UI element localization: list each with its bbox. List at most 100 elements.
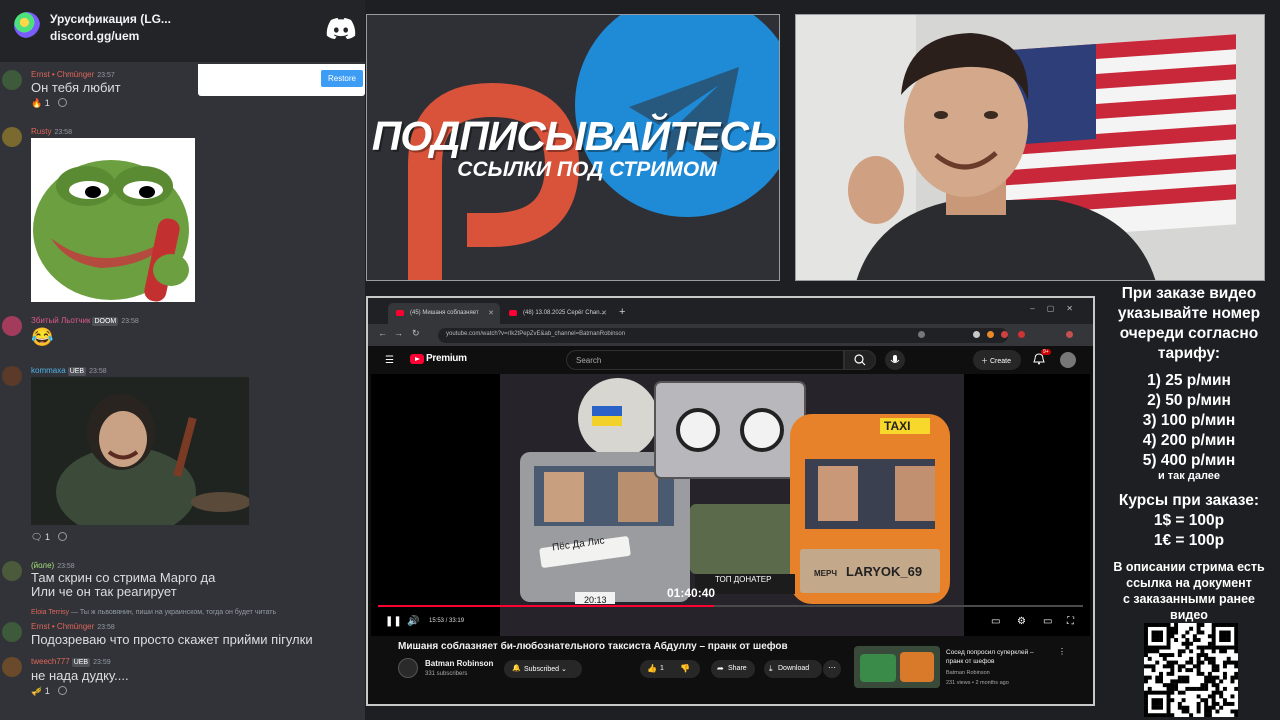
- channel-avatar[interactable]: [398, 658, 418, 678]
- volume-icon[interactable]: 🔊: [407, 616, 419, 627]
- share-button[interactable]: ➦ Share: [711, 660, 755, 678]
- rate-item: 1$ = 100р: [1153, 512, 1225, 529]
- subscribed-button[interactable]: 🔔 Subscribed ⌄: [504, 660, 582, 678]
- voice-search-button[interactable]: [885, 350, 905, 370]
- more-actions-button[interactable]: ⋯: [823, 660, 841, 678]
- youtube-logo-icon[interactable]: [410, 354, 424, 364]
- message-timestamp: 23:59: [93, 659, 111, 666]
- recommended-video-title[interactable]: Сосед попросил суперклей – пранк от шефо…: [946, 648, 1051, 666]
- theater-mode-icon[interactable]: ▭: [1043, 616, 1052, 627]
- reaction-gif-image[interactable]: [31, 377, 251, 537]
- info-heading-line: очереди согласно: [1119, 325, 1259, 342]
- youtube-header: ☰ Premium Search ＋ Create 9+: [368, 346, 1093, 374]
- browser-window: (45) Мишаня соблазняет ✕ (48) 13.08.2025 …: [366, 296, 1095, 706]
- download-button[interactable]: ⤓ Download: [764, 660, 822, 678]
- video-title: Мишаня соблазняет би-любознательного так…: [398, 641, 788, 652]
- thumb-big-time: 01:40:40: [667, 586, 716, 600]
- recommended-video-meta: 231 views • 2 months ago: [946, 680, 1009, 686]
- extension-icon[interactable]: [973, 331, 980, 338]
- notification-count-badge: 9+: [1041, 349, 1051, 355]
- server-invite-link[interactable]: discord.gg/uem: [50, 29, 139, 43]
- channel-name[interactable]: Batman Robinson: [425, 659, 493, 668]
- server-name[interactable]: Урусификация (LG...: [50, 12, 171, 26]
- message-author[interactable]: Збитый Льотчик DOOM 23:58: [31, 316, 139, 326]
- reload-icon[interactable]: ↻: [412, 328, 420, 339]
- discord-logo-icon: [326, 18, 356, 39]
- tab-close-icon[interactable]: ✕: [601, 309, 607, 317]
- profile-icon[interactable]: [1066, 331, 1073, 338]
- reply-preview[interactable]: Eloia Terrisy — Ты ж львовянин, пиши на …: [31, 609, 276, 616]
- user-avatar[interactable]: [2, 622, 22, 642]
- like-dislike-button[interactable]: 👍 1 👎: [640, 660, 700, 678]
- search-input[interactable]: Search: [566, 350, 844, 370]
- thumb-merch-text: МЕРЧ: [814, 569, 837, 578]
- thumb-clock-text: 20:13: [584, 595, 607, 605]
- info-note-line: В описании стрима есть: [1113, 560, 1265, 574]
- rates-heading: Курсы при заказе:: [1118, 492, 1260, 509]
- video-player[interactable]: Пёс Да Лис 20:13 01:40:40 TAXI МЕРЧ LARY…: [371, 374, 1090, 636]
- account-avatar[interactable]: [1060, 352, 1076, 368]
- banner-subtitle: ССЫЛКИ ПОД СТРИМОМ: [457, 158, 717, 181]
- fullscreen-icon[interactable]: ⛶: [1067, 616, 1074, 627]
- info-note-line: видео: [1170, 608, 1208, 622]
- youtube-premium-logo[interactable]: Premium: [426, 353, 467, 364]
- video-progress-bar[interactable]: [378, 605, 1083, 607]
- channel-subscriber-count: 331 subscribers: [425, 671, 468, 677]
- forward-icon[interactable]: →: [394, 328, 403, 338]
- zoom-icon[interactable]: [918, 331, 925, 338]
- new-tab-button[interactable]: +: [619, 306, 625, 318]
- restore-button[interactable]: Restore: [321, 70, 363, 87]
- back-icon[interactable]: ←: [378, 328, 387, 338]
- qr-code[interactable]: [1144, 623, 1239, 718]
- share-icon: ➦: [717, 664, 724, 673]
- user-avatar[interactable]: [2, 70, 22, 90]
- search-button[interactable]: [844, 350, 876, 370]
- recommended-video-thumbnail[interactable]: [854, 646, 940, 688]
- reaction-bar[interactable]: 🗨 1: [31, 532, 67, 543]
- message-timestamp: 23:58: [57, 563, 75, 570]
- tariff-item: 1) 25 р/мин: [1147, 372, 1231, 389]
- message-author[interactable]: Rusty 23:58: [31, 127, 72, 136]
- info-note-line: с заказанными ранее: [1122, 592, 1255, 606]
- create-button[interactable]: ＋ Create: [973, 350, 1021, 370]
- reaction-bar[interactable]: 🔥 1: [31, 98, 67, 109]
- order-info-panel: При заказе видео указывайте номер очеред…: [1098, 283, 1280, 720]
- server-avatar[interactable]: [14, 12, 40, 38]
- extension-icon[interactable]: [1001, 331, 1008, 338]
- message-author[interactable]: Ernst • Chmünger 23:57: [31, 70, 115, 79]
- user-avatar[interactable]: [2, 366, 22, 386]
- microphone-icon: [890, 355, 900, 363]
- reaction-bar[interactable]: 🎺 1: [31, 686, 67, 697]
- extension-icon[interactable]: [987, 331, 994, 338]
- recommended-video-channel[interactable]: Batman Robinson: [946, 670, 990, 676]
- user-avatar[interactable]: [2, 316, 22, 336]
- add-reaction-icon[interactable]: [57, 532, 67, 541]
- settings-gear-icon[interactable]: ⚙: [1017, 616, 1026, 627]
- browser-tab-active[interactable]: (45) Мишаня соблазняет ✕: [388, 303, 500, 324]
- user-avatar[interactable]: [2, 657, 22, 677]
- role-badge: UEB: [71, 658, 91, 667]
- user-avatar[interactable]: [2, 127, 22, 147]
- menu-icon[interactable]: ☰: [385, 355, 394, 366]
- message-author[interactable]: (йоле) 23:58: [31, 561, 75, 570]
- info-heading-line: указывайте номер: [1117, 305, 1261, 322]
- message-author[interactable]: Ernst • Chmünger 23:58: [31, 622, 115, 631]
- message-author[interactable]: kommaxa UEB 23:58: [31, 366, 107, 376]
- message-author[interactable]: tweech777 UEB 23:59: [31, 657, 111, 667]
- tab-close-icon[interactable]: ✕: [488, 309, 494, 317]
- recommended-more-icon[interactable]: ⋮: [1058, 647, 1066, 656]
- browser-tab[interactable]: (48) 13.08.2025 Серёг Chan... ✕: [501, 303, 613, 324]
- extension-icon[interactable]: [1018, 331, 1025, 338]
- message-timestamp: 23:58: [54, 129, 72, 136]
- video-progress-fill: [378, 605, 715, 607]
- add-reaction-icon[interactable]: [57, 98, 67, 107]
- add-reaction-icon[interactable]: [57, 686, 67, 695]
- subtitles-icon[interactable]: ▭: [991, 616, 1000, 627]
- pause-icon[interactable]: ❚❚: [385, 616, 402, 627]
- tariff-item: 3) 100 р/мин: [1142, 412, 1236, 429]
- window-controls[interactable]: –▢✕: [1030, 304, 1085, 313]
- discord-header: Урусификация (LG... discord.gg/uem: [0, 0, 365, 62]
- pepe-sticker-image[interactable]: [31, 138, 195, 302]
- user-avatar[interactable]: [2, 561, 22, 581]
- message-timestamp: 23:57: [97, 72, 115, 79]
